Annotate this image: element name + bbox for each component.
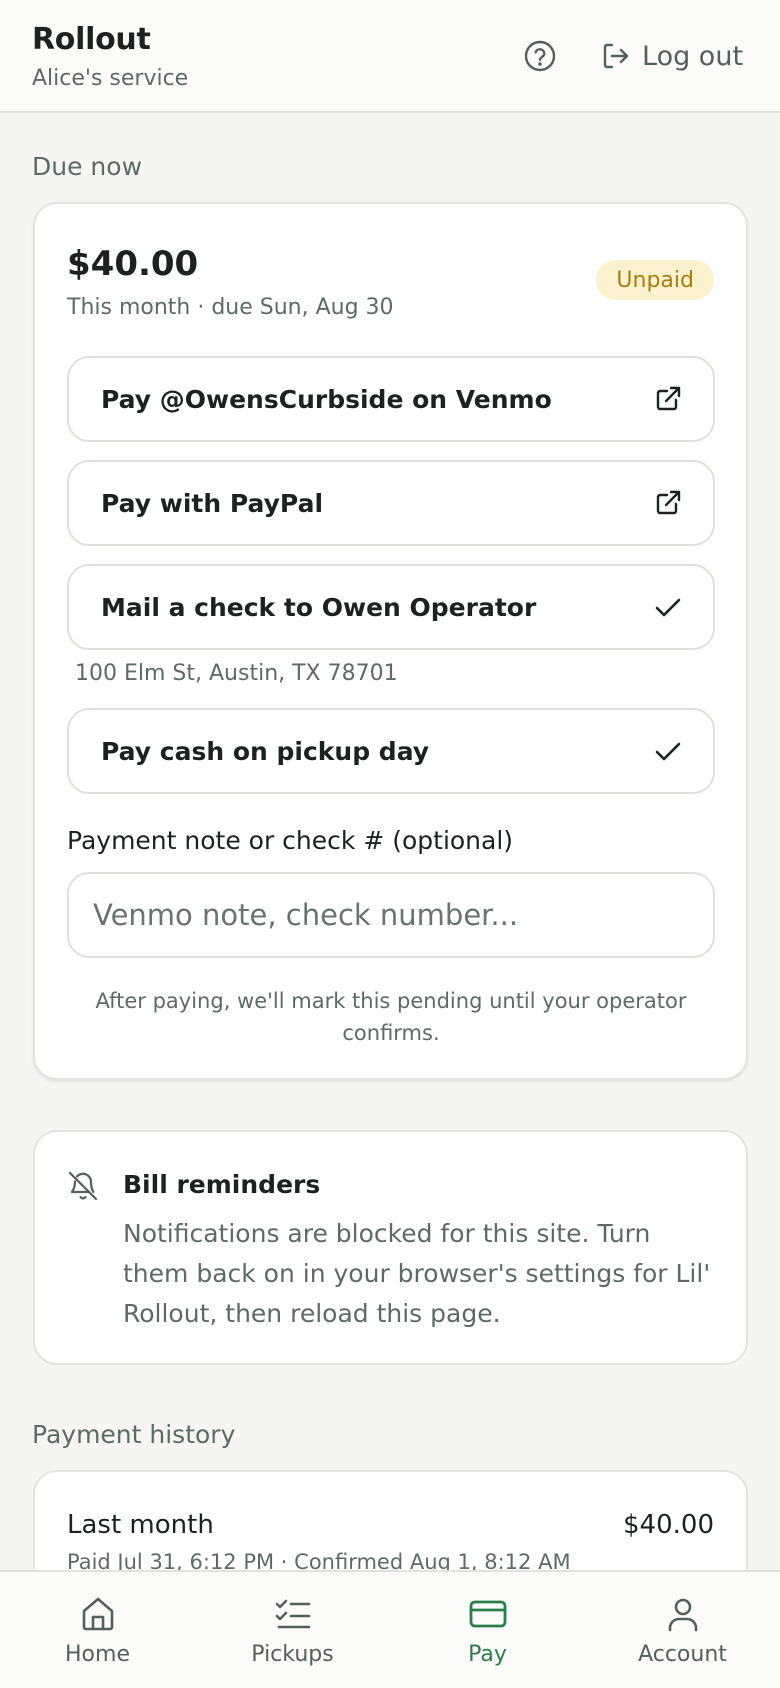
nav-account-label: Account bbox=[638, 1642, 727, 1667]
pay-paypal-button[interactable]: Pay with PayPal bbox=[67, 460, 715, 546]
list-checks-icon bbox=[275, 1599, 310, 1629]
amount-due: $40.00 bbox=[67, 244, 199, 284]
nav-pay[interactable]: Pay bbox=[390, 1572, 585, 1688]
log-out-icon bbox=[603, 43, 629, 69]
due-now-heading: Due now bbox=[32, 152, 143, 181]
pay-venmo-button[interactable]: Pay @OwensCurbside on Venmo bbox=[67, 356, 715, 442]
top-header: Rollout Alice's service Log out bbox=[0, 0, 780, 113]
pay-check-label: Mail a check to Owen Operator bbox=[101, 592, 537, 622]
nav-home[interactable]: Home bbox=[0, 1572, 195, 1688]
notifications-blocked-text: Notifications are blocked for this site.… bbox=[123, 1219, 711, 1328]
external-link-icon bbox=[656, 490, 681, 515]
nav-account[interactable]: Account bbox=[585, 1572, 780, 1688]
credit-card-icon bbox=[469, 1600, 506, 1628]
pending-info-text: After paying, we'll mark this pending un… bbox=[95, 989, 687, 1045]
bell-off-icon bbox=[68, 1171, 98, 1201]
bottom-nav: Home Pickups Pay Account bbox=[0, 1570, 780, 1688]
history-amount: $40.00 bbox=[623, 1510, 714, 1540]
payment-history-heading: Payment history bbox=[32, 1420, 236, 1449]
check-icon bbox=[655, 598, 681, 617]
check-icon bbox=[655, 742, 681, 761]
pay-cash-label: Pay cash on pickup day bbox=[101, 736, 430, 766]
bill-reminders-title: Bill reminders bbox=[123, 1170, 321, 1199]
app-title: Rollout bbox=[32, 22, 151, 57]
payment-note-input[interactable] bbox=[67, 872, 715, 958]
user-icon bbox=[668, 1598, 697, 1632]
due-date-text: This month · due Sun, Aug 30 bbox=[67, 295, 394, 320]
service-subtitle: Alice's service bbox=[32, 66, 189, 91]
check-mail-address: 100 Elm St, Austin, TX 78701 bbox=[75, 661, 398, 686]
home-icon bbox=[82, 1597, 113, 1631]
history-period: Last month bbox=[67, 1510, 214, 1540]
nav-pay-label: Pay bbox=[468, 1642, 507, 1667]
pay-paypal-label: Pay with PayPal bbox=[101, 488, 324, 518]
pay-venmo-label: Pay @OwensCurbside on Venmo bbox=[101, 384, 552, 414]
due-now-card: $40.00 This month · due Sun, Aug 30 Unpa… bbox=[33, 202, 748, 1080]
help-button[interactable] bbox=[522, 38, 558, 74]
logout-label: Log out bbox=[642, 40, 744, 72]
nav-pickups-label: Pickups bbox=[251, 1642, 334, 1667]
status-badge: Unpaid bbox=[596, 260, 714, 300]
pay-check-button[interactable]: Mail a check to Owen Operator bbox=[67, 564, 715, 650]
payment-note-label: Payment note or check # (optional) bbox=[67, 826, 514, 855]
help-circle-icon bbox=[524, 40, 556, 72]
nav-home-label: Home bbox=[65, 1642, 130, 1667]
nav-pickups[interactable]: Pickups bbox=[195, 1572, 390, 1688]
logout-button[interactable]: Log out bbox=[600, 36, 743, 76]
pay-cash-button[interactable]: Pay cash on pickup day bbox=[67, 708, 715, 794]
bill-reminders-card: Bill reminders Notifications are blocked… bbox=[33, 1130, 748, 1365]
app-screen: Rollout Alice's service Log out Due now … bbox=[0, 0, 780, 1688]
external-link-icon bbox=[656, 386, 681, 411]
